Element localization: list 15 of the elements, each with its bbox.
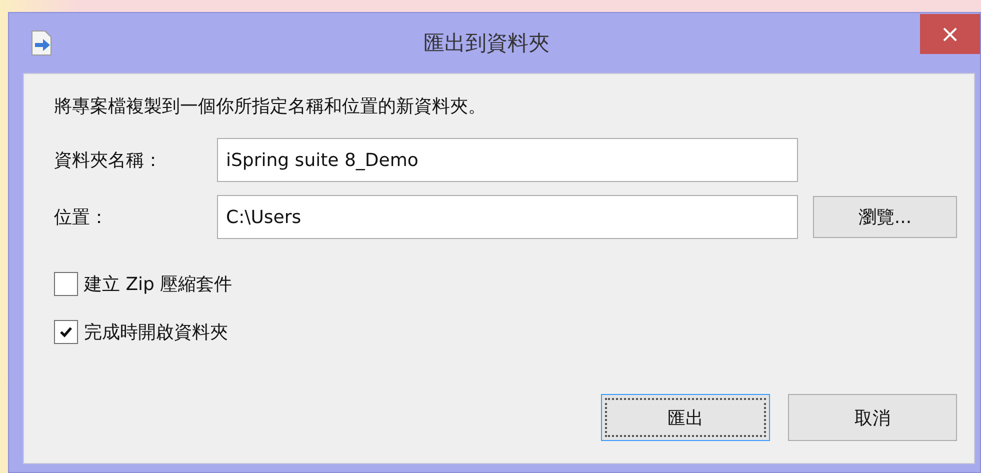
field-label: 位置： [54, 206, 109, 229]
checkbox-label: 完成時開啟資料夾 [84, 321, 228, 344]
browse-button[interactable]: 瀏覽... [813, 196, 957, 238]
close-button[interactable]: × [920, 14, 980, 54]
export-button[interactable]: 匯出 [601, 394, 770, 441]
checkbox-label: 建立 Zip 壓縮套件 [84, 273, 232, 296]
checkbox[interactable] [54, 272, 78, 296]
window-title: 匯出到資料夾 [422, 30, 550, 57]
text-field[interactable]: C:\Users [217, 195, 798, 239]
description-text: 將專案檔複製到一個你所指定名稱和位置的新資料夾。 [54, 95, 487, 118]
text-field[interactable]: iSpring suite 8_Demo [217, 138, 798, 182]
field-label: 資料夾名稱： [54, 149, 163, 172]
document-arrow-icon [31, 30, 53, 56]
checkbox[interactable] [54, 320, 78, 344]
cancel-button[interactable]: 取消 [788, 394, 957, 441]
